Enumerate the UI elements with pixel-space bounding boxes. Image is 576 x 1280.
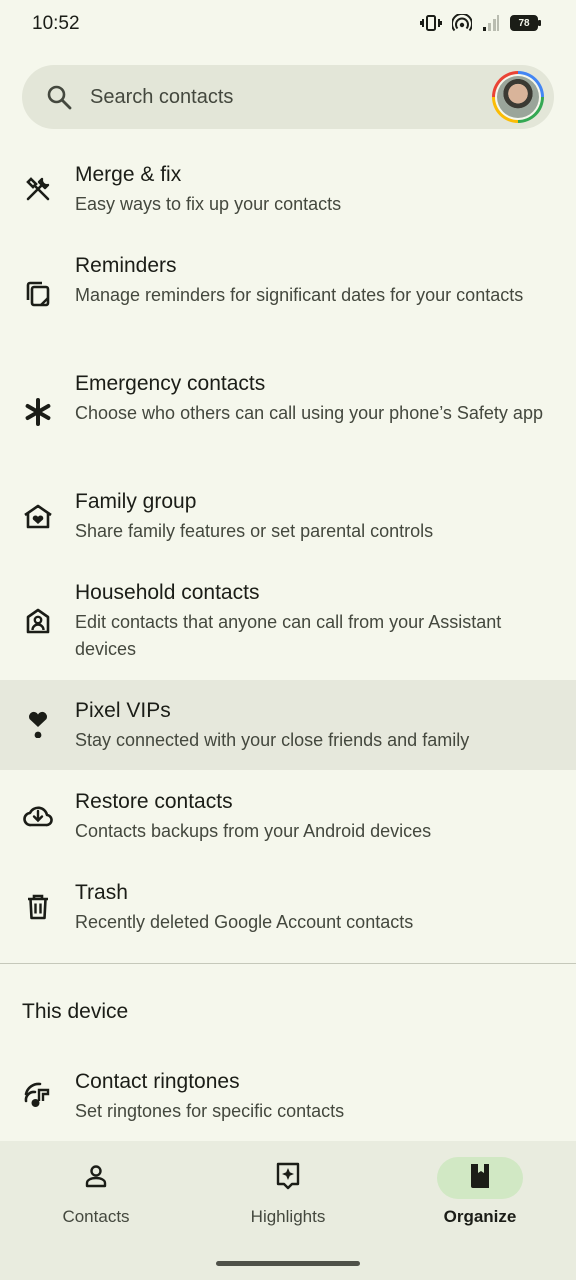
- bottom-navigation: Contacts Highlights Organize: [0, 1141, 576, 1280]
- item-title: Merge & fix: [75, 163, 182, 186]
- item-subtitle: Easy ways to fix up your contacts: [75, 194, 342, 214]
- item-subtitle: Edit contacts that anyone can call from …: [75, 612, 502, 659]
- search-icon: [46, 84, 72, 110]
- item-subtitle: Manage reminders for significant dates f…: [75, 285, 524, 305]
- item-title: Trash: [75, 881, 128, 904]
- bookmark-book-icon: [468, 1162, 492, 1195]
- home-person-icon: [22, 605, 54, 637]
- sparkle-icon: [274, 1161, 302, 1196]
- battery-level: 78: [518, 17, 530, 29]
- search-input[interactable]: [90, 83, 470, 111]
- home-heart-icon: [22, 501, 54, 533]
- list-item-reminders[interactable]: Reminders Manage reminders for significa…: [0, 240, 576, 358]
- list-item-pixel-vips[interactable]: Pixel VIPs Stay connected with your clos…: [0, 680, 576, 770]
- list-item-contact-ringtones[interactable]: Contact ringtones Set ringtones for spec…: [0, 1050, 576, 1141]
- vibrate-icon: [420, 14, 442, 32]
- item-subtitle: Recently deleted Google Account contacts: [75, 912, 414, 932]
- cloud-restore-icon: [22, 799, 54, 831]
- list-item-restore-contacts[interactable]: Restore contacts Contacts backups from y…: [0, 770, 576, 861]
- reminders-icon: [22, 278, 54, 310]
- list-item-emergency-contacts[interactable]: Emergency contacts Choose who others can…: [0, 358, 576, 476]
- item-subtitle: Choose who others can call using your ph…: [75, 403, 543, 423]
- nav-pill: [53, 1157, 139, 1199]
- nav-pill: [245, 1157, 331, 1199]
- nav-pill-active: [437, 1157, 523, 1199]
- trash-icon: [22, 891, 54, 923]
- nav-label: Organize: [443, 1207, 517, 1226]
- signal-icon: [482, 14, 500, 32]
- status-time: 10:52: [32, 13, 80, 34]
- nav-tab-contacts[interactable]: Contacts: [21, 1157, 171, 1227]
- gesture-handle[interactable]: [216, 1261, 360, 1266]
- nav-label: Highlights: [250, 1207, 326, 1226]
- item-title: Emergency contacts: [75, 372, 266, 395]
- wrench-hammer-icon: [22, 173, 54, 205]
- nav-tab-organize[interactable]: Organize: [405, 1157, 555, 1227]
- search-bar[interactable]: [22, 65, 554, 129]
- battery-icon: 78: [510, 15, 541, 31]
- item-title: Restore contacts: [75, 790, 233, 813]
- item-title: Reminders: [75, 254, 177, 277]
- item-subtitle: Share family features or set parental co…: [75, 521, 434, 541]
- person-icon: [83, 1163, 109, 1194]
- heart-dot-icon: [22, 706, 54, 738]
- contacts-organize-screen: 10:52 78 Merge & fix Easy ways: [0, 0, 576, 1280]
- item-title: Family group: [75, 490, 197, 513]
- section-divider: [0, 963, 576, 964]
- status-bar: 10:52 78: [0, 0, 576, 50]
- asterisk-icon: [22, 396, 54, 428]
- status-icons: 78: [420, 14, 541, 32]
- list-item-trash[interactable]: Trash Recently deleted Google Account co…: [0, 861, 576, 952]
- avatar-ring: [495, 74, 541, 120]
- list-item-family-group[interactable]: Family group Share family features or se…: [0, 476, 576, 567]
- avatar-photo: [497, 76, 539, 118]
- account-avatar[interactable]: [492, 71, 544, 123]
- item-title: Contact ringtones: [75, 1070, 240, 1093]
- hotspot-icon: [452, 14, 472, 32]
- item-subtitle: Set ringtones for specific contacts: [75, 1101, 345, 1121]
- item-subtitle: Stay connected with your close friends a…: [75, 730, 470, 750]
- ringtone-icon: [22, 1080, 54, 1112]
- section-header-this-device: This device: [22, 1000, 129, 1023]
- item-title: Household contacts: [75, 581, 260, 604]
- nav-tab-highlights[interactable]: Highlights: [213, 1157, 363, 1227]
- list-item-household-contacts[interactable]: Household contacts Edit contacts that an…: [0, 567, 576, 680]
- item-subtitle: Contacts backups from your Android devic…: [75, 821, 432, 841]
- list-item-merge-fix[interactable]: Merge & fix Easy ways to fix up your con…: [0, 150, 576, 240]
- nav-label: Contacts: [62, 1207, 130, 1226]
- item-title: Pixel VIPs: [75, 699, 171, 722]
